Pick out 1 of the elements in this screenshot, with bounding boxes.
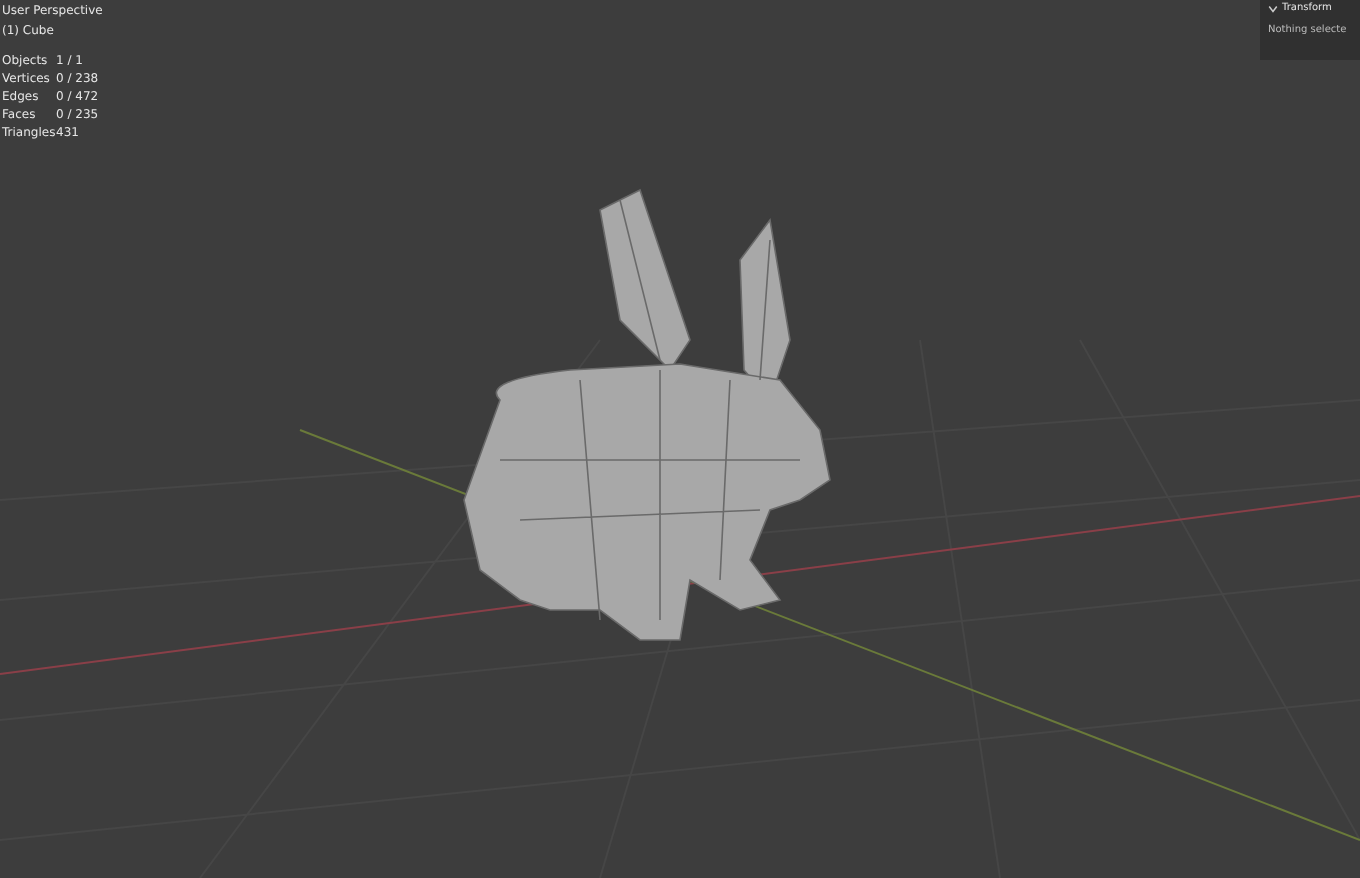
chevron-icon[interactable] bbox=[1268, 3, 1278, 13]
